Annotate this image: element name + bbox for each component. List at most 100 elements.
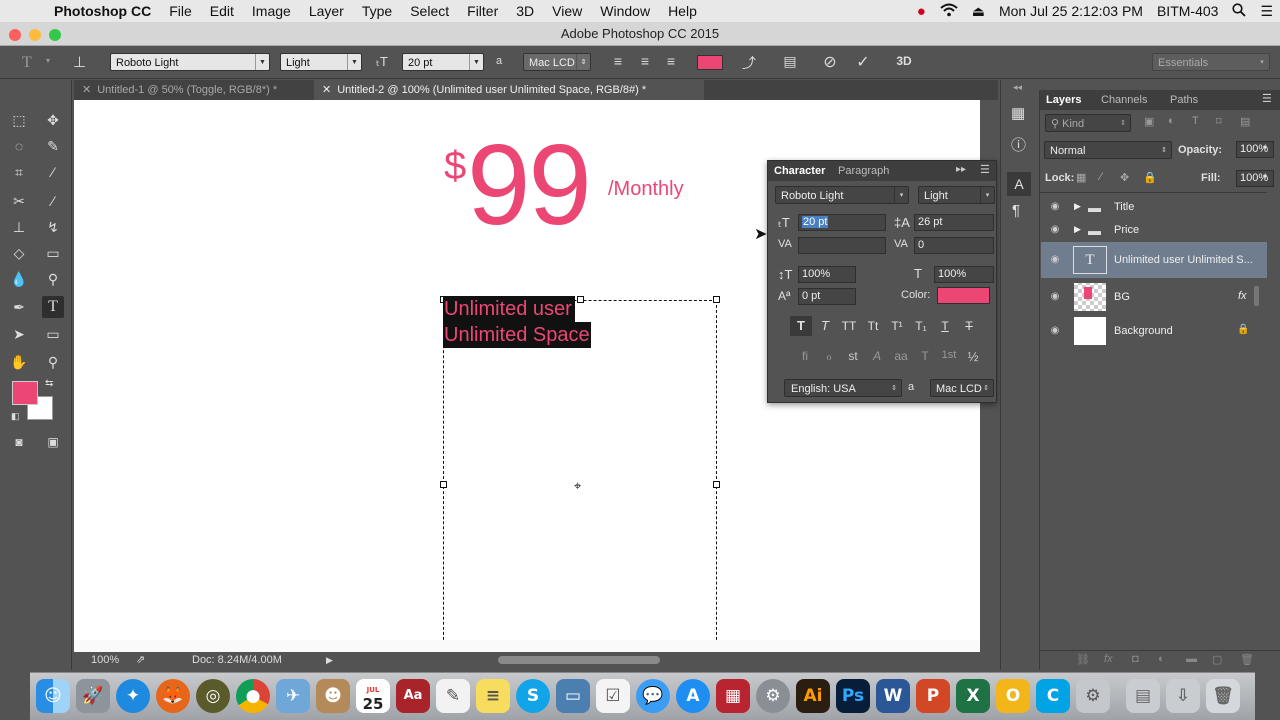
firefox-icon[interactable]: 🦊 <box>156 679 190 713</box>
preset-chevron-icon[interactable]: ▾ <box>46 56 50 65</box>
filter-adjustment-icon[interactable]: ◐ <box>1168 115 1175 127</box>
filter-smart-object-icon[interactable]: ▤ <box>1240 115 1250 128</box>
filter-pixel-icon[interactable]: ▣ <box>1144 115 1154 128</box>
rectangle-tool-icon[interactable]: ▭ <box>42 323 64 345</box>
all-caps-button[interactable]: TT <box>838 316 860 336</box>
move-tool-icon[interactable]: ✥ <box>42 109 64 131</box>
doc-tab-untitled-2[interactable]: ✕ Untitled-2 @ 100% (Unlimited user Unlim… <box>314 80 704 100</box>
tab-layers[interactable]: Layers <box>1046 90 1081 110</box>
network-radar-icon[interactable]: ◎ <box>196 679 230 713</box>
char-antialias-select[interactable]: Mac LCD ⇕ <box>930 379 994 397</box>
skype-for-business-icon[interactable]: C <box>1036 679 1070 713</box>
menu-file[interactable]: File <box>160 3 201 19</box>
skype-icon[interactable]: S <box>516 679 550 713</box>
close-window-button[interactable] <box>9 29 21 41</box>
history-brush-tool-icon[interactable]: ↯ <box>42 216 64 238</box>
dictionary-icon[interactable]: Aa <box>396 679 430 713</box>
minimize-window-button[interactable] <box>29 29 41 41</box>
superscript-button[interactable]: T¹ <box>886 316 908 336</box>
antialias-select[interactable]: Mac LCD ⇕ <box>523 53 591 71</box>
notes-icon[interactable]: ≡ <box>476 679 510 713</box>
menu-edit[interactable]: Edit <box>201 3 243 19</box>
trash-icon[interactable]: 🗑 <box>1206 679 1240 713</box>
titling-alternates-button[interactable]: T <box>914 349 936 363</box>
bbox-handle-tr[interactable] <box>713 296 720 303</box>
eyedropper-tool-icon[interactable]: ⁄ <box>42 161 64 183</box>
photoshop-icon[interactable]: Ps <box>836 679 870 713</box>
strikethrough-button[interactable]: T <box>958 316 980 336</box>
bbox-handle-top[interactable] <box>577 296 584 303</box>
character-panel-toggle-icon[interactable]: ▤ <box>780 53 800 70</box>
status-menu-arrow-icon[interactable]: ▶ <box>326 655 333 666</box>
opacity-field[interactable]: 100% <box>1236 141 1274 158</box>
layer-row-text-selected[interactable]: ◉ T Unlimited user Unlimited S... <box>1041 242 1267 278</box>
char-color-swatch[interactable] <box>937 287 990 304</box>
menu-filter[interactable]: Filter <box>458 3 507 19</box>
hand-tool-icon[interactable]: ✋ <box>8 351 30 373</box>
info-panel-icon[interactable]: ⓘ <box>1011 134 1026 155</box>
crop-tool-icon[interactable]: ⌗ <box>8 161 30 183</box>
record-icon[interactable]: ● <box>910 3 933 20</box>
warp-text-icon[interactable]: ⤴ <box>739 53 759 73</box>
workspace-select[interactable]: Essentials ▾ <box>1152 53 1270 71</box>
quick-mask-icon[interactable]: ◙ <box>8 431 30 453</box>
tab-paths[interactable]: Paths <box>1170 90 1198 110</box>
opacity-dropdown-icon[interactable]: ▾ <box>1263 143 1267 152</box>
brush-tool-icon[interactable]: ∕ <box>42 190 64 212</box>
horizontal-scale-field[interactable]: 100% <box>934 266 994 283</box>
collapse-dock-icon[interactable]: ◂◂ <box>1013 82 1022 93</box>
tab-channels[interactable]: Channels <box>1101 90 1147 110</box>
stylistic-alternates-button[interactable]: aa <box>890 349 912 363</box>
app-menu[interactable]: Photoshop CC <box>44 3 160 19</box>
textedit-icon[interactable]: ✎ <box>436 679 470 713</box>
screen-sharing-icon[interactable]: ▭ <box>556 679 590 713</box>
font-style-select[interactable]: Light ▼ <box>280 53 362 71</box>
layer-filter-select[interactable]: ⚲ Kind ⇕ <box>1045 114 1131 132</box>
align-center-icon[interactable]: ≡ <box>635 53 655 69</box>
menu-window[interactable]: Window <box>591 3 659 19</box>
layer-row-bg[interactable]: ◉ BG fx <box>1041 280 1267 314</box>
underline-button[interactable]: T <box>934 316 956 336</box>
new-layer-icon[interactable]: ▢ <box>1212 653 1222 666</box>
lasso-tool-icon[interactable]: ◌ <box>8 135 30 157</box>
lock-image-icon[interactable]: ∕ <box>1100 171 1102 183</box>
illustrator-icon[interactable]: Ai <box>796 679 830 713</box>
user-name[interactable]: BITM-403 <box>1150 3 1225 19</box>
spotlight-icon[interactable] <box>1225 2 1253 20</box>
quick-selection-tool-icon[interactable]: ✎ <box>42 135 64 157</box>
fill-field[interactable]: 100% <box>1236 170 1274 187</box>
add-mask-icon[interactable]: ◘ <box>1132 653 1139 665</box>
blur-tool-icon[interactable]: 💧 <box>8 268 30 290</box>
char-font-size-field[interactable]: 20 pt <box>798 214 886 231</box>
lock-all-icon[interactable]: 🔒 <box>1143 171 1157 184</box>
preview-icon[interactable]: ✈ <box>276 679 310 713</box>
menu-3d[interactable]: 3D <box>507 3 543 19</box>
calendar-icon[interactable]: JUL 25 <box>356 679 390 713</box>
faux-italic-button[interactable]: T <box>814 316 836 336</box>
messages-icon[interactable]: 💬 <box>636 679 670 713</box>
ligatures-button[interactable]: fi <box>794 349 816 363</box>
gradient-tool-icon[interactable]: ▭ <box>42 242 64 264</box>
safari-icon[interactable]: ✦ <box>116 679 150 713</box>
visibility-eye-icon[interactable]: ◉ <box>1049 325 1061 336</box>
swash-button[interactable]: A <box>866 349 888 363</box>
add-style-icon[interactable]: fx <box>1104 653 1113 665</box>
reminders-icon[interactable]: ☑ <box>596 679 630 713</box>
visibility-eye-icon[interactable]: ◉ <box>1049 224 1061 235</box>
visibility-eye-icon[interactable]: ◉ <box>1049 254 1061 265</box>
lock-transparent-icon[interactable]: ▦ <box>1076 171 1086 184</box>
pen-tool-icon[interactable]: ✒ <box>8 296 30 318</box>
foreground-color-swatch[interactable] <box>12 381 38 405</box>
menu-help[interactable]: Help <box>659 3 706 19</box>
tab-character[interactable]: Character <box>774 161 825 181</box>
visibility-eye-icon[interactable]: ◉ <box>1049 201 1061 212</box>
marquee-tool-icon[interactable]: ⬚ <box>8 109 30 131</box>
outlook-icon[interactable]: O <box>996 679 1030 713</box>
char-font-family-select[interactable]: Roboto Light ▾ <box>775 186 909 204</box>
bbox-handle-left[interactable] <box>440 481 447 488</box>
contacts-icon[interactable]: ☻ <box>316 679 350 713</box>
wifi-icon[interactable] <box>933 3 965 20</box>
clone-stamp-tool-icon[interactable]: ⊥ <box>8 216 30 238</box>
share-icon[interactable]: ⇗ <box>136 653 145 666</box>
filter-shape-icon[interactable]: ⌑ <box>1216 115 1222 128</box>
